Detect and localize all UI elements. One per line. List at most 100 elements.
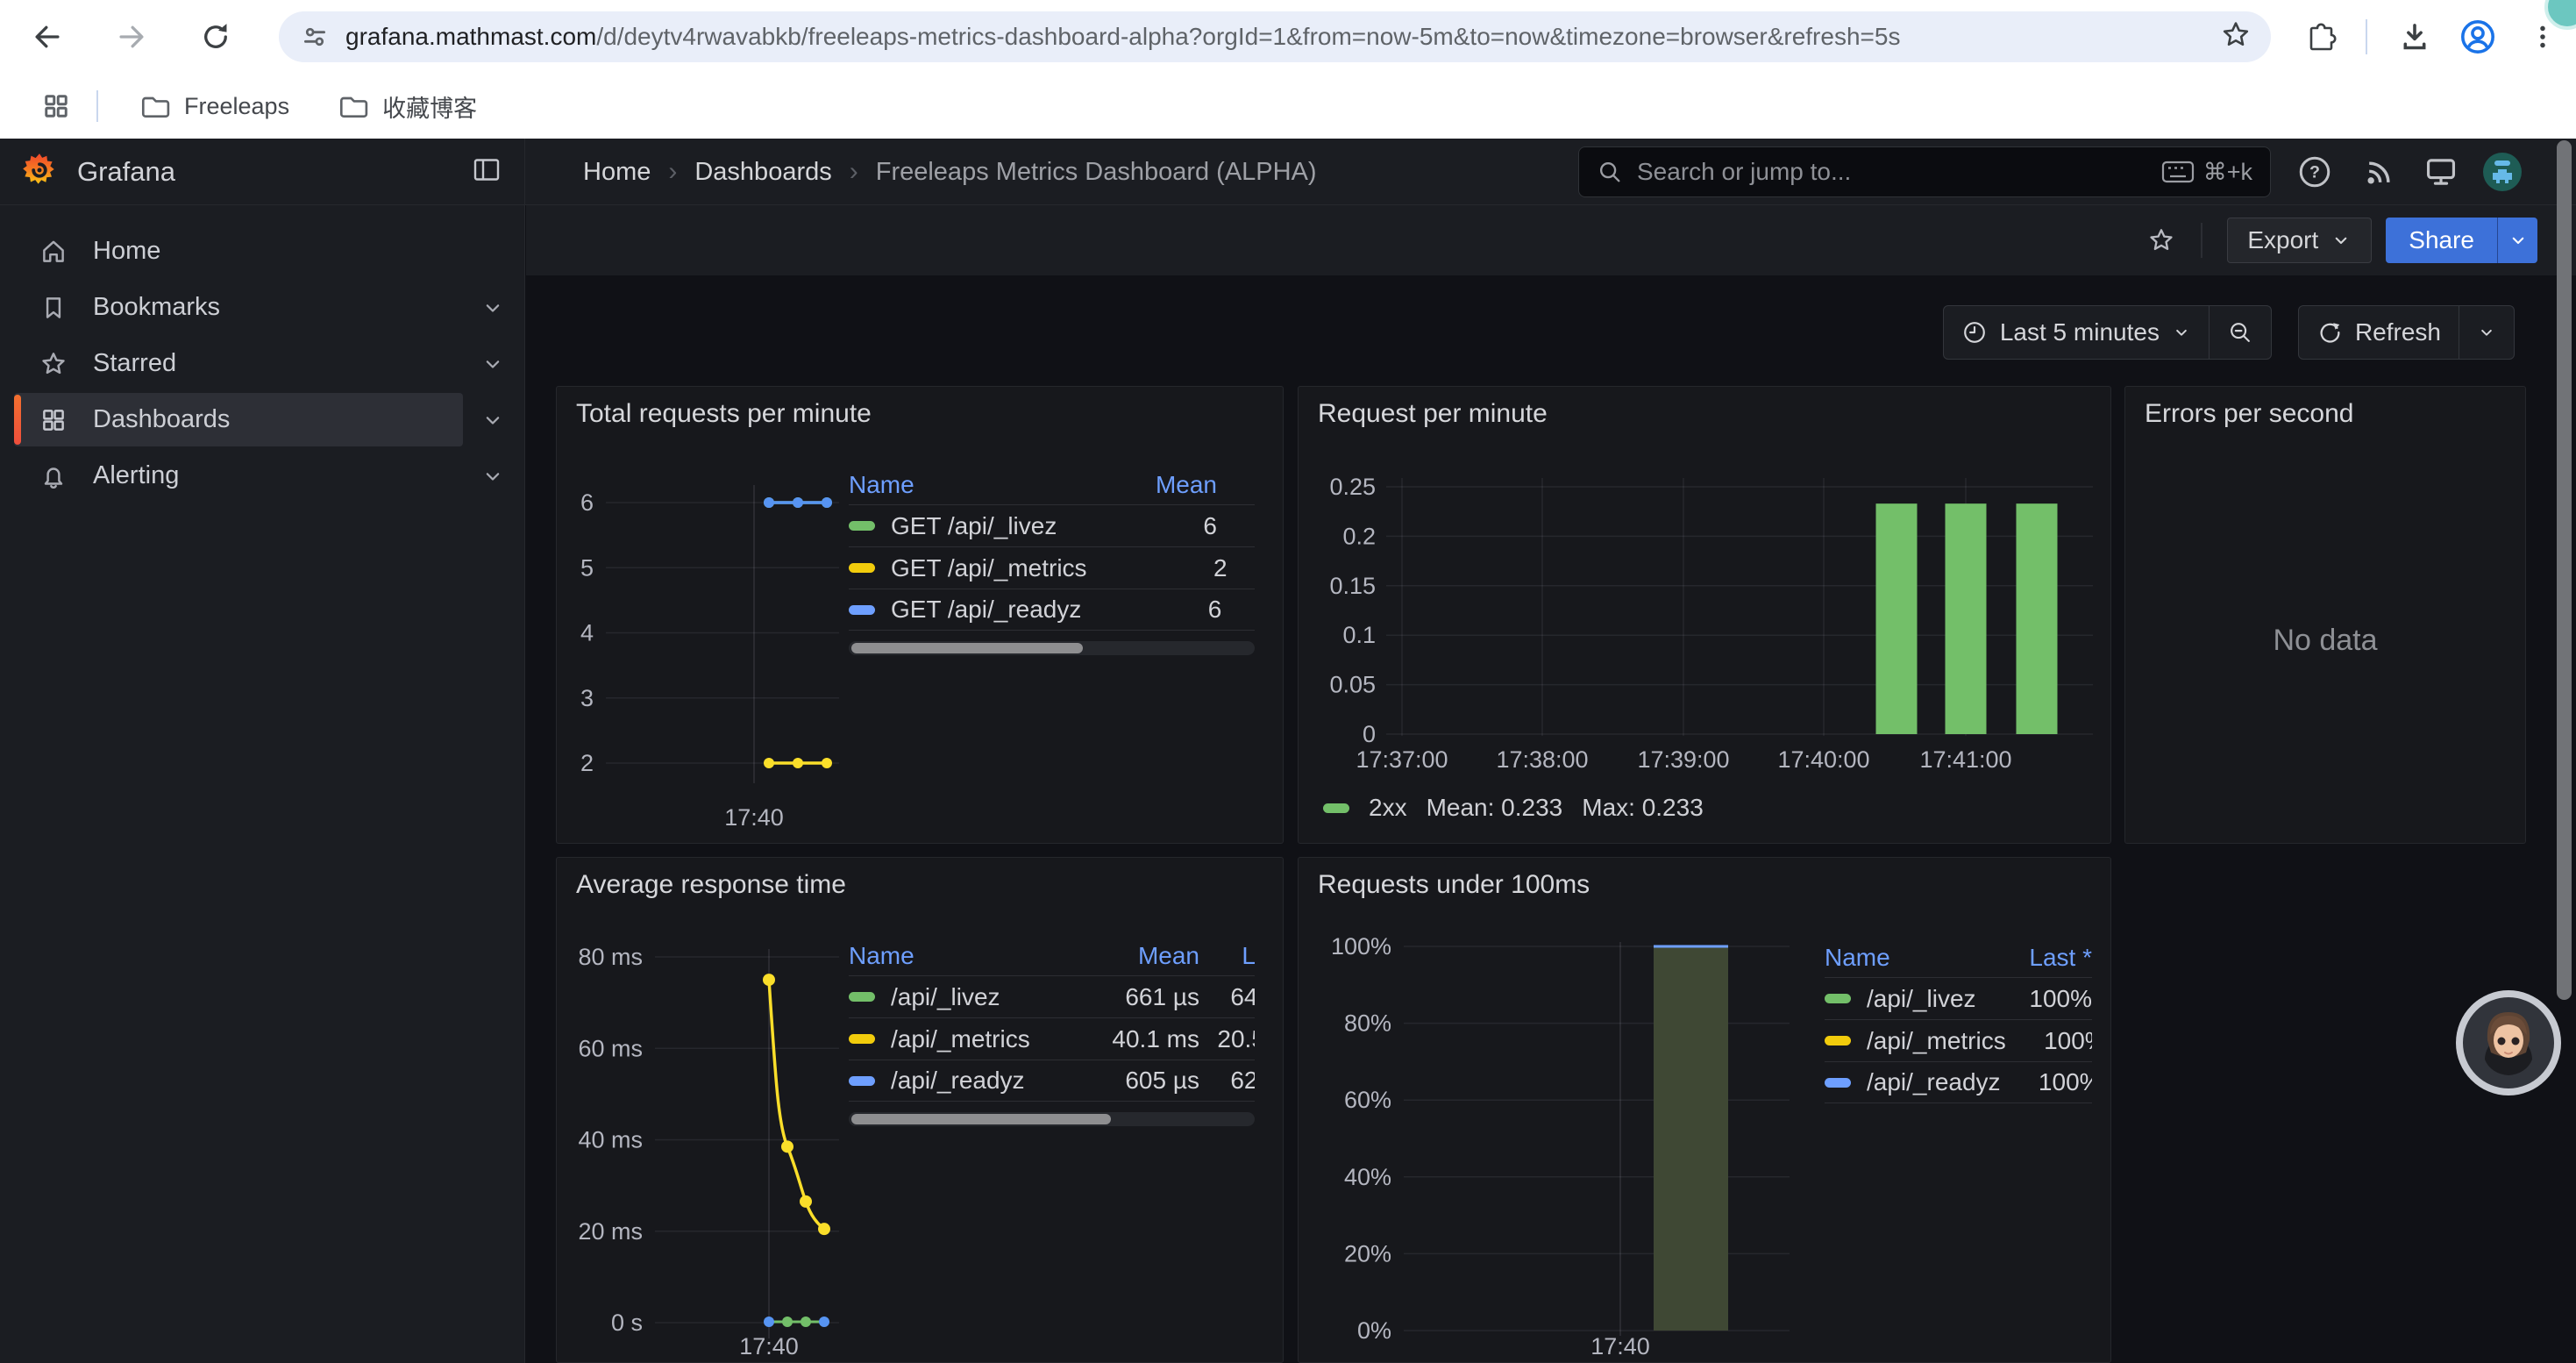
axis-tick-label: 17:40: [739, 1333, 799, 1359]
legend-row[interactable]: /api/_metrics100%: [1825, 1019, 2092, 1061]
breadcrumb-home[interactable]: Home: [583, 158, 651, 187]
sidebar-item-alerting[interactable]: Alerting: [0, 448, 524, 503]
axis-tick-label: 80 ms: [578, 944, 643, 970]
legend-row[interactable]: GET /api/_livez6: [849, 504, 1255, 546]
browser-profile-button[interactable]: [2450, 9, 2506, 65]
refresh-interval-button[interactable]: [2459, 306, 2514, 359]
user-avatar[interactable]: [2480, 149, 2525, 195]
series-name-text: GET /api/_livez: [891, 512, 1057, 540]
legend-horizontal-scrollbar[interactable]: [849, 1112, 1255, 1126]
legend-row[interactable]: /api/_livez661 µs646 µs: [849, 975, 1255, 1017]
data-point: [793, 758, 803, 768]
legend-series-name: GET /api/_livez: [849, 512, 1077, 540]
legend-table: NameMeanLast */api/_livez661 µs646 µs/ap…: [849, 937, 1255, 1126]
series-swatch: [1323, 803, 1349, 813]
legend-series-name: /api/_livez: [849, 983, 1070, 1011]
floating-assistant-avatar[interactable]: [2455, 989, 2562, 1096]
bookmark-folder-blogs[interactable]: 收藏博客: [321, 82, 493, 131]
chevron-down-icon: [2477, 323, 2496, 342]
three-dots-icon: [2528, 22, 2558, 52]
chevron-down-icon: [2172, 323, 2191, 342]
sidebar-item-label: Home: [93, 237, 160, 266]
scrollbar-thumb[interactable]: [851, 643, 1083, 653]
legend-row[interactable]: /api/_readyz605 µs620 µs: [849, 1060, 1255, 1102]
breadcrumb-current: Freeleaps Metrics Dashboard (ALPHA): [876, 158, 1317, 187]
series-mean: Mean: 0.233: [1427, 794, 1563, 822]
help-button[interactable]: ?: [2292, 149, 2338, 195]
downloads-button[interactable]: [2387, 9, 2443, 65]
legend-header-row: NameMeanLast *: [849, 937, 1255, 975]
sidebar-toggle-button[interactable]: [472, 156, 502, 189]
refresh-icon: [2316, 319, 2343, 346]
legend-header-cell: Name: [1825, 944, 1991, 972]
star-icon: [39, 349, 68, 379]
legend-value: 100%: [2006, 1027, 2092, 1055]
scrollbar-thumb[interactable]: [851, 1114, 1111, 1124]
series-swatch: [849, 563, 875, 573]
sidebar-item-dashboards[interactable]: Dashboards: [0, 392, 524, 447]
sidebar-item-home[interactable]: Home: [0, 224, 524, 279]
refresh-button[interactable]: Refresh: [2299, 306, 2459, 359]
sidebar-item-label: Starred: [93, 349, 176, 378]
data-point: [818, 1223, 830, 1235]
data-point: [763, 974, 775, 986]
axis-tick-label: 20 ms: [578, 1218, 643, 1245]
bookmark-folder-freeleaps[interactable]: Freeleaps: [123, 83, 305, 129]
axis-tick-label: 60%: [1344, 1087, 1391, 1113]
side-panel-button[interactable]: [40, 90, 72, 122]
bookmark-star-button[interactable]: [2220, 19, 2252, 55]
search-placeholder: Search or jump to...: [1637, 158, 2161, 186]
panel-title[interactable]: Errors per second: [2145, 399, 2353, 429]
sidebar-item-starred[interactable]: Starred: [0, 336, 524, 391]
zoom-out-icon: [2227, 319, 2253, 346]
browser-back-button[interactable]: [19, 9, 75, 65]
chevron-down-icon[interactable]: [480, 408, 505, 432]
page-scrollbar-thumb[interactable]: [2557, 140, 2572, 1000]
axis-tick-label: 0.25: [1329, 474, 1376, 500]
breadcrumb-dashboards[interactable]: Dashboards: [694, 158, 831, 187]
search-input[interactable]: Search or jump to... ⌘+k: [1578, 146, 2271, 197]
share-menu-button[interactable]: [2497, 218, 2537, 263]
display-button[interactable]: [2418, 149, 2464, 195]
data-point: [822, 758, 832, 768]
axis-tick-label: 0.1: [1342, 622, 1376, 648]
browser-forward-button[interactable]: [103, 9, 160, 65]
avatar-image: [2482, 152, 2523, 192]
site-settings-icon[interactable]: [300, 22, 330, 52]
zoom-out-button[interactable]: [2209, 306, 2271, 359]
chevron-down-icon: [2508, 230, 2529, 251]
chevron-down-icon[interactable]: [480, 296, 505, 320]
legend-value: 100%: [1991, 985, 2092, 1013]
url-text: grafana.mathmast.com/d/deytv4rwavabkb/fr…: [345, 23, 1900, 51]
grafana-logo[interactable]: [19, 150, 60, 195]
news-button[interactable]: [2357, 149, 2402, 195]
favorite-dashboard-button[interactable]: [2146, 225, 2176, 255]
chevron-down-icon[interactable]: [480, 352, 505, 376]
legend-horizontal-scrollbar[interactable]: [849, 641, 1255, 655]
browser-reload-button[interactable]: [188, 9, 244, 65]
time-range-picker[interactable]: Last 5 minutes: [1944, 306, 2209, 359]
legend-row[interactable]: GET /api/_metrics2: [849, 546, 1255, 589]
legend-table-inner: NameMeanLast */api/_livez661 µs646 µs/ap…: [849, 937, 1255, 1102]
legend-row[interactable]: /api/_livez100%: [1825, 977, 2092, 1019]
legend-value: 2: [1087, 554, 1228, 582]
share-button[interactable]: Share: [2386, 218, 2497, 263]
chevron-down-icon[interactable]: [480, 464, 505, 489]
legend-row[interactable]: GET /api/_readyz6: [849, 589, 1255, 631]
legend-2xx[interactable]: 2xx Mean: 0.233 Max: 0.233: [1323, 794, 1704, 822]
legend-header-cell: Last *: [1199, 942, 1255, 970]
sidebar-item-bookmarks[interactable]: Bookmarks: [0, 280, 524, 335]
address-bar[interactable]: grafana.mathmast.com/d/deytv4rwavabkb/fr…: [279, 11, 2271, 62]
axis-tick-label: 4: [580, 620, 594, 646]
legend-row[interactable]: /api/_metrics40.1 ms20.5 ms: [849, 1017, 1255, 1060]
export-button[interactable]: Export: [2227, 218, 2372, 263]
series-swatch: [1825, 1078, 1851, 1088]
bookmarks-divider: [96, 90, 98, 122]
legend-row[interactable]: /api/_readyz100%: [1825, 1061, 2092, 1103]
extensions-button[interactable]: [2294, 9, 2350, 65]
home-icon: [39, 237, 68, 267]
data-point: [793, 497, 803, 508]
grafana-header-left: Grafana: [0, 139, 525, 205]
rss-icon: [2361, 153, 2398, 190]
legend-value: 6: [1081, 596, 1221, 624]
